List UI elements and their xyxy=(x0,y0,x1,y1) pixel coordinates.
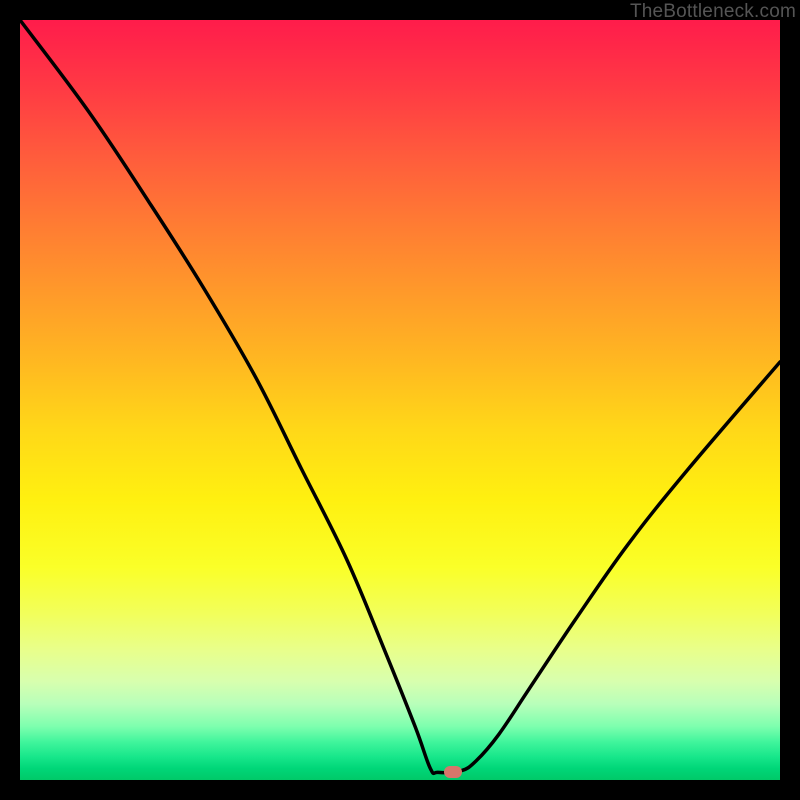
chart-container: TheBottleneck.com xyxy=(0,0,800,800)
bottleneck-curve xyxy=(20,20,780,780)
plot-area xyxy=(20,20,780,780)
watermark-text: TheBottleneck.com xyxy=(630,1,796,23)
optimal-marker xyxy=(444,766,462,778)
